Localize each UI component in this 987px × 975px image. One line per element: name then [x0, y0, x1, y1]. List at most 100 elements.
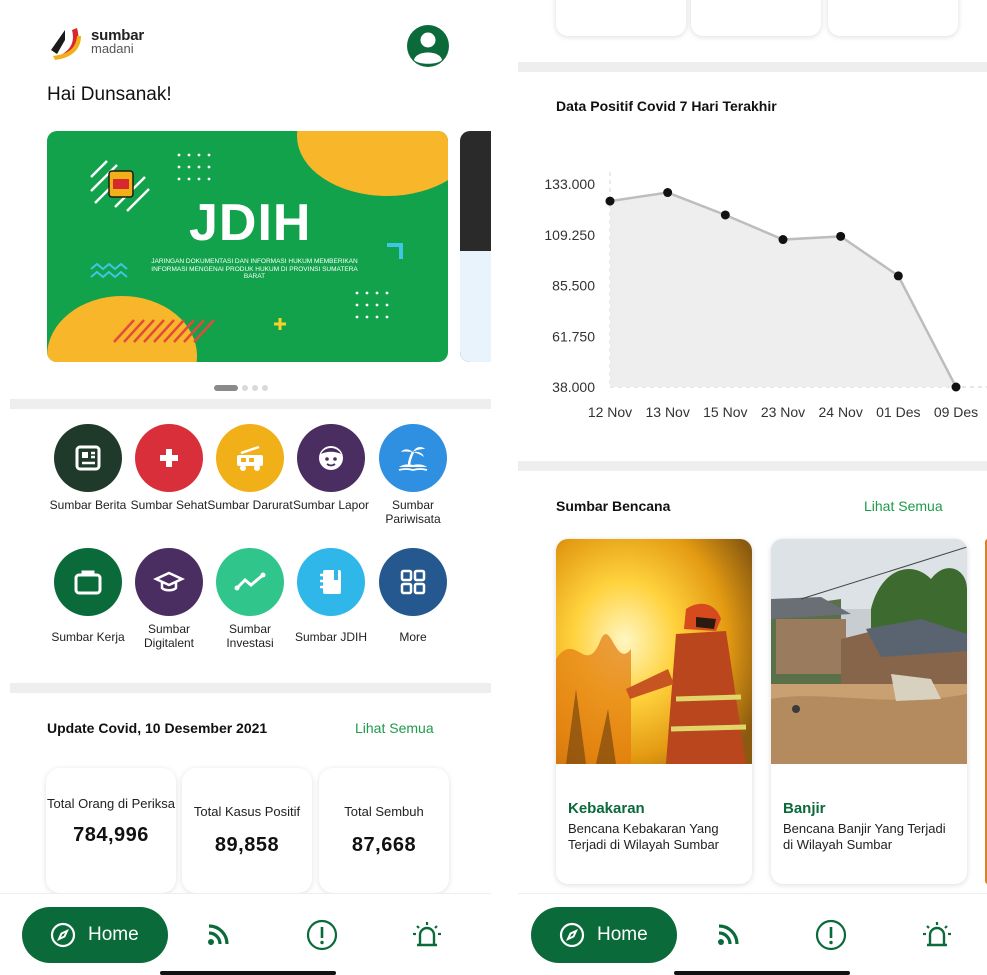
- nav-home-label: Home: [597, 924, 648, 945]
- menu-label: Sumbar Investasi: [226, 622, 274, 650]
- card-label: Total Kasus Positif: [193, 804, 301, 819]
- fire-image: [556, 539, 752, 764]
- siren-icon: [413, 922, 441, 947]
- y-tick-label: 61.750: [552, 328, 595, 344]
- plus-icon: [274, 318, 286, 330]
- menu-label: Sumbar JDIH: [294, 630, 368, 644]
- nav-feed-button[interactable]: [201, 918, 235, 952]
- section-divider: [518, 461, 987, 471]
- newspaper-icon: [54, 424, 122, 492]
- siren-icon: [923, 922, 951, 947]
- nav-home-button[interactable]: Home: [22, 907, 168, 963]
- x-tick-label: 09 Des: [934, 404, 978, 420]
- dot-pattern-icon: [355, 291, 389, 319]
- home-indicator: [674, 971, 850, 975]
- bencana-section-title: Sumbar Bencana: [556, 498, 671, 514]
- banner-next-peek[interactable]: [460, 131, 491, 362]
- menu-label: Sumbar Digitalent: [143, 622, 195, 650]
- menu-sumbar-pariwisata[interactable]: Sumbar Pariwisata: [368, 424, 458, 526]
- x-tick-label: 24 Nov: [818, 404, 862, 420]
- carousel-dot[interactable]: [262, 385, 268, 391]
- section-divider: [10, 399, 491, 409]
- menu-sumbar-sehat[interactable]: Sumbar Sehat: [124, 424, 214, 512]
- menu-sumbar-kerja[interactable]: Sumbar Kerja: [43, 548, 133, 644]
- corner-bracket-icon: [387, 243, 403, 259]
- covid-card-stub[interactable]: [691, 0, 821, 36]
- bencana-see-all-link[interactable]: Lihat Semua: [864, 498, 943, 514]
- nav-home-button[interactable]: Home: [531, 907, 677, 963]
- book-icon: [297, 548, 365, 616]
- covid-section-title: Update Covid, 10 Desember 2021: [47, 720, 268, 736]
- chart-data-point: [663, 188, 673, 198]
- x-tick-label: 12 Nov: [588, 404, 632, 420]
- chart-data-point: [605, 196, 615, 206]
- y-tick-label: 109.250: [544, 227, 595, 243]
- menu-sumbar-investasi[interactable]: Sumbar Investasi: [205, 548, 295, 650]
- menu-label: Sumbar Berita: [49, 498, 127, 512]
- dot-pattern-icon: [177, 153, 211, 181]
- nav-emergency-button[interactable]: [920, 918, 954, 952]
- banner-jdih[interactable]: JDIH JARINGAN DOKUMENTASI DAN INFORMASI …: [47, 131, 448, 362]
- menu-label: Sumbar Lapor: [292, 498, 370, 512]
- covid-see-all-link[interactable]: Lihat Semua: [355, 720, 434, 736]
- covid-card-stub[interactable]: [556, 0, 686, 36]
- grid-icon: [379, 548, 447, 616]
- rss-icon: [718, 924, 739, 945]
- y-tick-label: 133.000: [544, 176, 595, 192]
- bencana-card-banjir[interactable]: Banjir Bencana Banjir Yang Terjadi di Wi…: [771, 539, 967, 884]
- chart-area-fill: [610, 192, 956, 387]
- covid-card-total-positif[interactable]: Total Kasus Positif 89,858: [182, 768, 312, 893]
- menu-sumbar-lapor[interactable]: Sumbar Lapor: [286, 424, 376, 512]
- jdih-emblem-icon: [90, 160, 150, 212]
- island-icon: [379, 424, 447, 492]
- menu-sumbar-darurat[interactable]: Sumbar Darurat: [205, 424, 295, 512]
- x-tick-label: 15 Nov: [703, 404, 747, 420]
- nav-feed-button[interactable]: [711, 918, 745, 952]
- covid-card-stub[interactable]: [828, 0, 958, 36]
- carousel-dot[interactable]: [252, 385, 258, 391]
- card-value: 87,668: [351, 834, 417, 856]
- nav-alert-button[interactable]: [305, 918, 339, 952]
- chart-title: Data Positif Covid 7 Hari Terakhir: [556, 98, 777, 114]
- card-label: Total Orang di Periksa: [47, 796, 175, 811]
- nav-emergency-button[interactable]: [410, 918, 444, 952]
- app-logo: sumbar madani: [47, 22, 144, 62]
- user-avatar-icon: [414, 32, 442, 64]
- bencana-card-description: Bencana Kebakaran Yang Terjadi di Wilaya…: [568, 821, 720, 852]
- profile-button[interactable]: [407, 25, 449, 67]
- chart-data-point: [893, 271, 903, 281]
- bencana-card-title: Kebakaran: [568, 800, 645, 817]
- flood-image: [771, 539, 967, 764]
- nav-alert-button[interactable]: [814, 918, 848, 952]
- section-divider: [518, 62, 987, 72]
- fire-truck-icon: [216, 424, 284, 492]
- menu-sumbar-jdih[interactable]: Sumbar JDIH: [286, 548, 376, 644]
- zigzag-icon: [90, 262, 128, 279]
- covid-card-total-sembuh[interactable]: Total Sembuh 87,668: [319, 768, 449, 893]
- greeting-text: Hai Dunsanak!: [47, 84, 172, 105]
- stripe-pattern-icon: [113, 319, 215, 343]
- covid-card-total-periksa[interactable]: Total Orang di Periksa 784,996: [46, 768, 176, 893]
- sumbar-madani-logo-icon: [51, 28, 81, 60]
- chart-data-point: [720, 210, 730, 220]
- chart-data-point: [951, 382, 961, 392]
- x-tick-label: 23 Nov: [761, 404, 805, 420]
- banner-yellow-shape: [297, 131, 448, 196]
- carousel-indicator: [214, 385, 268, 391]
- menu-sumbar-berita[interactable]: Sumbar Berita: [43, 424, 133, 512]
- menu-label: More: [399, 630, 427, 644]
- banner-next-shape: [460, 251, 491, 362]
- y-tick-label: 85.500: [552, 278, 595, 294]
- chart-data-point: [778, 235, 788, 245]
- menu-label: Sumbar Kerja: [51, 630, 125, 644]
- nav-home-label: Home: [88, 924, 139, 945]
- carousel-dot[interactable]: [242, 385, 248, 391]
- card-value: 89,858: [214, 834, 280, 856]
- bencana-card-kebakaran[interactable]: Kebakaran Bencana Kebakaran Yang Terjadi…: [556, 539, 752, 884]
- menu-sumbar-digitalent[interactable]: Sumbar Digitalent: [124, 548, 214, 650]
- home-screen-top: sumbar madani Hai Dunsanak! JDIH JARINGA…: [0, 0, 491, 975]
- bottom-nav: Home: [518, 893, 987, 975]
- menu-more[interactable]: More: [368, 548, 458, 644]
- carousel-dot-active[interactable]: [214, 385, 238, 391]
- rss-icon: [208, 924, 229, 945]
